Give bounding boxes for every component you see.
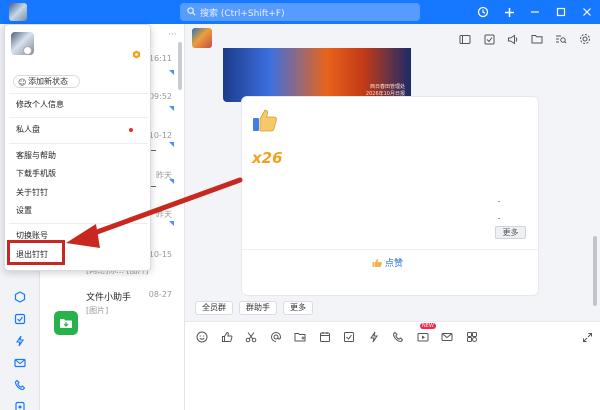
- annotation-arrow: [66, 177, 243, 248]
